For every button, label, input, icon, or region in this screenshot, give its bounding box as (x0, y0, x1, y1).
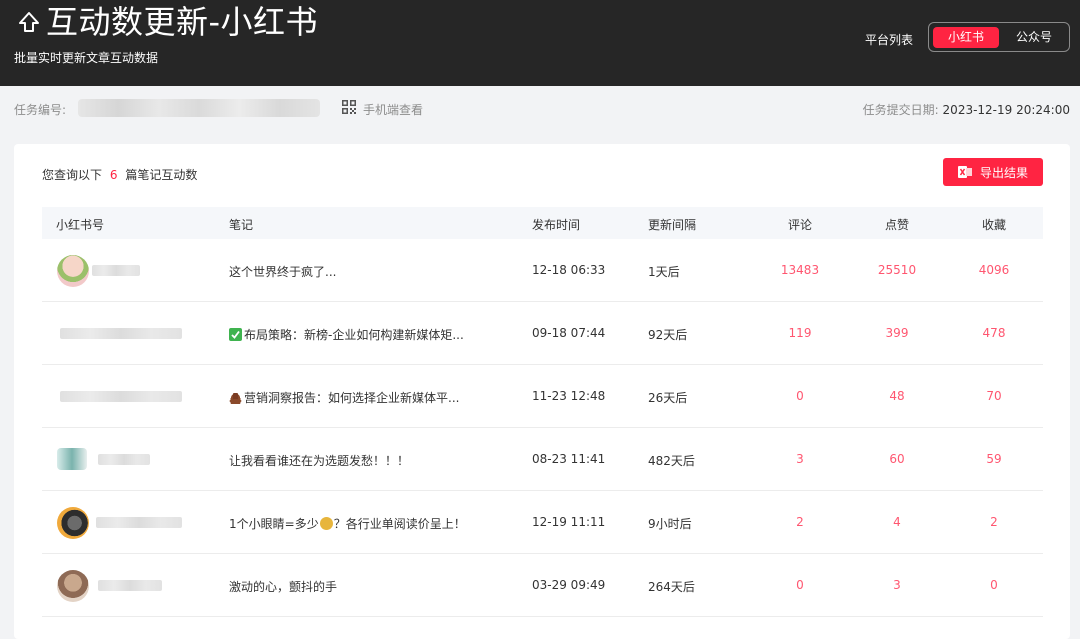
like-count: 48 (889, 389, 905, 403)
platform-tab-gongzhonghao[interactable]: 公众号 (1003, 27, 1065, 48)
title-wrap: 互动数更新-小红书 (16, 4, 318, 40)
task-id-redacted (78, 99, 320, 117)
task-id-label: 任务编号: (14, 103, 67, 117)
comment-count: 2 (796, 515, 804, 529)
page-title: 互动数更新-小红书 (46, 3, 319, 41)
note-title[interactable]: 这个世界终于疯了... (229, 263, 336, 280)
avatar (57, 255, 89, 287)
note-title-cell[interactable]: 1个小眼睛=多少 ？各行业单阅读价呈上！ (229, 515, 466, 532)
favorite-count: 2 (990, 515, 998, 529)
avatar (57, 507, 89, 539)
favorite-count: 59 (986, 452, 1002, 466)
like-count: 25510 (877, 263, 917, 277)
export-label: 导出结果 (979, 165, 1028, 180)
table-row: 营销洞察报告：如何选择企业新媒体平... 11-23 12:48 26天后 0 … (42, 365, 1043, 428)
update-interval: 26天后 (648, 391, 688, 405)
comment-count: 0 (796, 578, 804, 592)
avatar (57, 570, 89, 602)
like-count: 399 (885, 326, 909, 340)
comment-count: 13483 (780, 263, 820, 277)
submit-date-label: 任务提交日期: (862, 103, 939, 117)
note-title-tail: ？各行业单阅读价呈上！ (333, 517, 466, 531)
publish-time: 09-18 07:44 (532, 326, 606, 340)
comment-count: 119 (788, 326, 812, 340)
update-interval: 92天后 (648, 328, 688, 342)
account-name-redacted (92, 265, 140, 276)
qr-code-icon[interactable] (342, 100, 356, 114)
note-title: 布局策略：新榜-企业如何构建新媒体矩... (244, 328, 464, 342)
summary-prefix: 您查询以下 (42, 168, 103, 182)
account-name-redacted (60, 328, 182, 339)
col-comments: 评论 (787, 218, 812, 232)
table-row: 激动的心，颤抖的手 03-29 09:49 264天后 0 3 0 (42, 554, 1043, 617)
like-count: 4 (893, 515, 901, 529)
col-update-interval: 更新间隔 (648, 218, 697, 232)
table-row: 这个世界终于疯了... 12-18 06:33 1天后 13483 25510 … (42, 239, 1043, 302)
col-favorites: 收藏 (981, 218, 1006, 232)
summary-count: 6 (109, 168, 118, 182)
publish-time: 12-18 06:33 (532, 263, 606, 277)
account-name-redacted (96, 517, 182, 528)
account-name-redacted (60, 391, 182, 402)
account-name-redacted (98, 580, 162, 591)
platform-list-label: 平台列表 (865, 33, 914, 47)
favorite-count: 0 (990, 578, 998, 592)
update-interval: 1天后 (648, 265, 680, 279)
favorite-count: 70 (986, 389, 1002, 403)
export-results-button[interactable]: 导出结果 (943, 158, 1043, 186)
upload-arrow-icon (19, 12, 39, 32)
note-title: 1个小眼睛=多少 (229, 517, 319, 531)
check-mark-icon (229, 328, 242, 341)
publish-time: 12-19 11:11 (532, 515, 606, 529)
publish-time: 11-23 12:48 (532, 389, 606, 403)
update-interval: 482天后 (648, 454, 695, 468)
col-account: 小红书号 (56, 218, 105, 232)
note-title-cell[interactable]: 营销洞察报告：如何选择企业新媒体平... (229, 389, 459, 406)
hat-icon (229, 391, 242, 404)
notes-table: 小红书号 笔记 发布时间 更新间隔 评论 点赞 收藏 这个世界终于疯了... 1… (42, 207, 1043, 617)
publish-time: 03-29 09:49 (532, 578, 606, 592)
account-name-redacted (98, 454, 150, 465)
note-title-cell[interactable]: 布局策略：新榜-企业如何构建新媒体矩... (229, 326, 464, 343)
task-info-bar: 任务编号: 手机端查看 任务提交日期: 2023-12-19 20:24:00 (0, 86, 1080, 130)
platform-tab-xiaohongshu[interactable]: 小红书 (933, 27, 999, 48)
table-row: 让我看看谁还在为选题发愁！！！ 08-23 11:41 482天后 3 60 5… (42, 428, 1043, 491)
note-title[interactable]: 激动的心，颤抖的手 (229, 578, 337, 595)
update-interval: 9小时后 (648, 517, 692, 531)
page-subtitle: 批量实时更新文章互动数据 (14, 51, 159, 65)
note-title[interactable]: 让我看看谁还在为选题发愁！！！ (229, 452, 409, 469)
money-bag-icon (319, 517, 333, 530)
summary-suffix: 篇笔记互动数 (125, 168, 198, 182)
update-interval: 264天后 (648, 580, 695, 594)
results-card: 您查询以下 6 篇笔记互动数 导出结果 小红书号 笔记 发布时间 更新间隔 评论… (14, 144, 1070, 639)
excel-icon (957, 166, 972, 178)
col-publish-time: 发布时间 (532, 218, 581, 232)
favorite-count: 478 (982, 326, 1006, 340)
table-row: 1个小眼睛=多少 ？各行业单阅读价呈上！ 12-19 11:11 9小时后 2 4… (42, 491, 1043, 554)
col-note: 笔记 (229, 218, 254, 232)
col-likes: 点赞 (884, 218, 909, 232)
comment-count: 0 (796, 389, 804, 403)
favorite-count: 4096 (978, 263, 1010, 277)
table-row: 布局策略：新榜-企业如何构建新媒体矩... 09-18 07:44 92天后 1… (42, 302, 1043, 365)
avatar (57, 448, 87, 470)
table-header: 小红书号 笔记 发布时间 更新间隔 评论 点赞 收藏 (42, 207, 1043, 239)
platform-switch: 小红书 公众号 (928, 22, 1070, 52)
note-title: 营销洞察报告：如何选择企业新媒体平... (244, 391, 460, 405)
app-header: 互动数更新-小红书 批量实时更新文章互动数据 平台列表 小红书 公众号 (0, 0, 1080, 86)
publish-time: 08-23 11:41 (532, 452, 606, 466)
submit-date-value: 2023-12-19 20:24:00 (942, 103, 1070, 117)
mobile-view-link[interactable]: 手机端查看 (363, 101, 423, 118)
submit-date: 任务提交日期: 2023-12-19 20:24:00 (863, 101, 1070, 118)
like-count: 60 (889, 452, 905, 466)
comment-count: 3 (796, 452, 804, 466)
query-summary: 您查询以下 6 篇笔记互动数 (42, 166, 197, 183)
like-count: 3 (893, 578, 901, 592)
